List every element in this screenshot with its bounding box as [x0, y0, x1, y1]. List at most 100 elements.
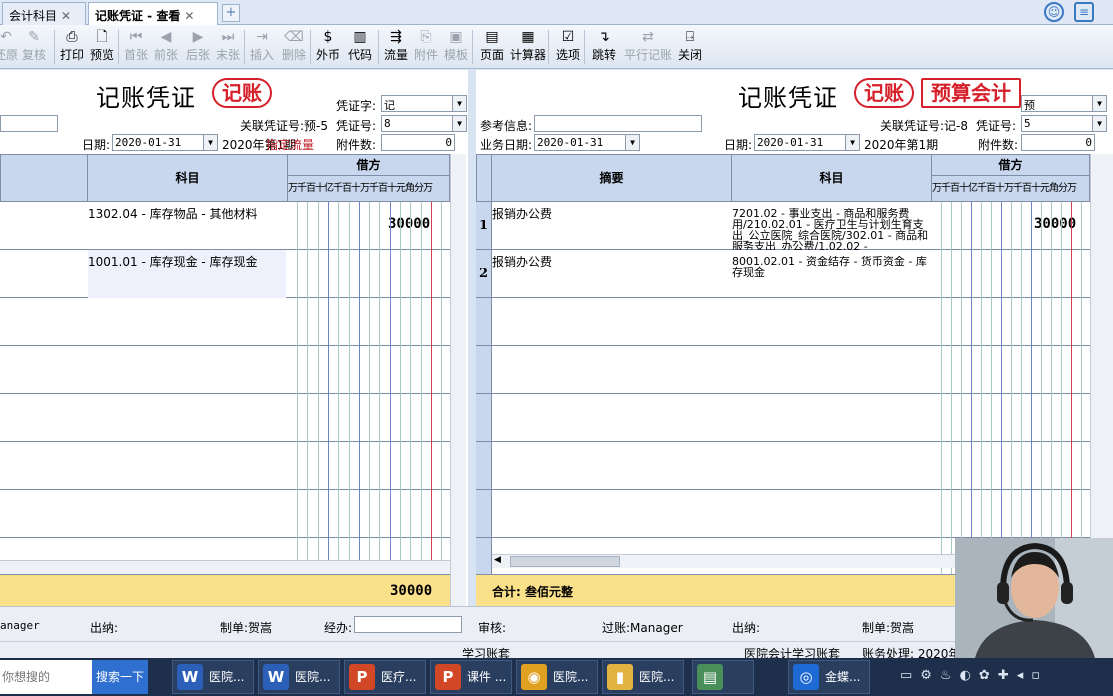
row-no-header	[476, 154, 492, 202]
attachments-input[interactable]: 0	[381, 134, 455, 151]
table-row[interactable]	[476, 346, 1090, 394]
table-row[interactable]	[0, 394, 450, 442]
toolbar-button-parallel[interactable]: ⇄ 平行记账	[624, 28, 672, 63]
taskbar-app[interactable]: ◎ 金蝶...	[788, 660, 870, 694]
toolbar-button-calculator[interactable]: ▦ 计算器	[510, 28, 546, 63]
insert-icon: ⇥	[256, 29, 268, 45]
toolbar-button-page[interactable]: ▤ 页面	[480, 28, 504, 63]
toolbar-button-close-door[interactable]: ⍈ 关闭	[678, 28, 702, 63]
message-icon[interactable]: ≡	[1074, 2, 1094, 22]
table-row[interactable]	[0, 490, 450, 538]
horizontal-scrollbar[interactable]	[0, 560, 450, 574]
voucher-type-select[interactable]: 记 ▼	[381, 95, 467, 112]
taskbar-app[interactable]: W 医院...	[172, 660, 254, 694]
table-row[interactable]: 1001.01 - 库存现金 - 库存现金	[0, 250, 450, 298]
chevron-down-icon[interactable]: ▼	[845, 135, 859, 150]
voucher-title: 记账凭证	[96, 84, 196, 112]
toolbar-button-insert[interactable]: ⇥ 插入	[250, 28, 274, 63]
chevron-down-icon[interactable]: ▼	[203, 135, 217, 150]
tab-voucher-view[interactable]: 记账凭证 - 查看 ✕	[88, 2, 218, 25]
taskbar-app[interactable]: ◉ 医院...	[516, 660, 598, 694]
close-icon[interactable]: ✕	[61, 9, 71, 23]
toolbar-button-first[interactable]: ⏮ 首张	[124, 28, 148, 63]
voucher-no-input[interactable]: 8 ▼	[381, 115, 467, 132]
search-button[interactable]: 搜索一下	[92, 660, 148, 694]
table-row[interactable]	[0, 442, 450, 490]
chevron-down-icon[interactable]: ▼	[452, 96, 466, 111]
reference-input[interactable]	[534, 115, 702, 132]
table-row[interactable]	[0, 298, 450, 346]
subject-cell[interactable]: 7201.02 - 事业支出 - 商品和服务费用/210.02.01 - 医疗卫…	[732, 208, 930, 250]
table-row[interactable]: 2 报销办公费 8001.02.01 - 资金结存 - 货币资金 - 库存现金	[476, 250, 1090, 298]
tab-account-subjects[interactable]: 会计科目 ✕	[2, 2, 86, 25]
horizontal-scrollbar[interactable]: ◀	[492, 554, 958, 568]
subject-cell[interactable]: 1001.01 - 库存现金 - 库存现金	[88, 250, 286, 298]
toolbar-button-template[interactable]: ▣ 模板	[444, 28, 468, 63]
voucher-type-select[interactable]: 预 ▼	[1021, 95, 1107, 112]
date-input[interactable]: 2020-01-31 ▼	[754, 134, 860, 151]
summary-input[interactable]	[0, 115, 58, 132]
handler-input[interactable]	[354, 616, 462, 633]
toolbar-button-print[interactable]: ⎙ 打印	[60, 28, 84, 63]
toolbar-button-delete[interactable]: ⌫ 删除	[282, 28, 306, 63]
vertical-scrollbar[interactable]	[450, 154, 466, 606]
cashflow-hint[interactable]: 指定流量	[266, 136, 314, 153]
taskbar-app[interactable]: ▮ 医院...	[602, 660, 684, 694]
summary-cell[interactable]: 报销办公费	[492, 208, 730, 250]
digit-column-line	[348, 202, 350, 574]
toolbar-button-flow[interactable]: ⇶ 流量	[384, 28, 408, 63]
chevron-down-icon[interactable]: ▼	[1092, 96, 1106, 111]
subject-cell[interactable]: 8001.02.01 - 资金结存 - 货币资金 - 库存现金	[732, 256, 930, 298]
table-row[interactable]: 1 报销办公费 7201.02 - 事业支出 - 商品和服务费用/210.02.01…	[476, 202, 1090, 250]
last-icon: ⏭	[221, 29, 235, 45]
toolbar-button-check[interactable]: ✎ 复核	[22, 28, 46, 63]
toolbar-button-label: 外币	[316, 48, 341, 62]
summary-cell[interactable]: 报销办公费	[492, 256, 730, 298]
search-input[interactable]	[0, 660, 92, 694]
toolbar-button-label: 还原	[0, 48, 19, 62]
digit-column-line	[441, 202, 443, 574]
toolbar-button-jump[interactable]: ↴ 跳转	[592, 28, 616, 63]
table-row[interactable]	[476, 394, 1090, 442]
voucher-no-input[interactable]: 5 ▼	[1021, 115, 1107, 132]
system-tray[interactable]: ▭⚙♨◐✿✚◂▫	[900, 668, 1048, 683]
table-row[interactable]: 1302.04 - 库存物品 - 其他材料 30000	[0, 202, 450, 250]
subject-cell[interactable]: 1302.04 - 库存物品 - 其他材料	[88, 208, 286, 250]
taskbar-app[interactable]: ▤	[692, 660, 754, 694]
toolbar-button-undo[interactable]: ↶ 还原	[0, 28, 18, 63]
toolbar-button-next[interactable]: ▶ 后张	[186, 28, 210, 63]
date-input[interactable]: 2020-01-31 ▼	[112, 134, 218, 151]
voucher-pane-left: 记账凭证 记账 凭证字: 记 ▼ 关联凭证号:预-5 凭证号: 8 ▼ 日期: 20…	[0, 70, 468, 606]
toolbar-separator	[472, 30, 473, 64]
toolbar-button-last[interactable]: ⏭ 末张	[216, 28, 240, 63]
table-row[interactable]	[0, 346, 450, 394]
toolbar-button-currency[interactable]: $ 外币	[316, 28, 340, 63]
taskbar-app[interactable]: P 课件 ...	[430, 660, 512, 694]
scroll-left-icon[interactable]: ◀	[494, 555, 501, 565]
table-row[interactable]	[476, 490, 1090, 538]
table-row[interactable]	[476, 298, 1090, 346]
table-row[interactable]	[476, 442, 1090, 490]
toolbar-button-code[interactable]: ▥ 代码	[348, 28, 372, 63]
attachments-input[interactable]: 0	[1021, 134, 1095, 151]
toolbar-button-options[interactable]: ☑ 选项	[556, 28, 580, 63]
taskbar-app[interactable]: W 医院...	[258, 660, 340, 694]
taskbar-app[interactable]: P 医疗...	[344, 660, 426, 694]
biz-date-input[interactable]: 2020-01-31 ▼	[534, 134, 640, 151]
scroll-thumb[interactable]	[510, 556, 620, 567]
chevron-down-icon[interactable]: ▼	[625, 135, 639, 150]
chevron-down-icon[interactable]: ▼	[452, 116, 466, 131]
digit-column-line	[327, 202, 329, 574]
toolbar-button-preview[interactable]: 🗋 预览	[90, 28, 114, 63]
smiley-icon[interactable]: ☺	[1044, 2, 1064, 22]
digit-column-line	[1001, 202, 1002, 574]
digit-column-line	[358, 202, 360, 574]
posted-stamp: 记账	[212, 78, 272, 108]
chevron-down-icon[interactable]: ▼	[1092, 116, 1106, 131]
toolbar-button-prev[interactable]: ◀ 前张	[154, 28, 178, 63]
app-window: 会计科目 ✕ 记账凭证 - 查看 ✕ + ☺ ≡ ↶ 还原 ✎ 复核 ⎙ 打印 🗋 预览 ⏮ 首张 ◀ 前…	[0, 0, 1113, 696]
voucher-no-label: 凭证号:	[336, 119, 377, 133]
add-tab-icon[interactable]: +	[222, 4, 240, 22]
toolbar-button-attachment[interactable]: ⎘ 附件	[414, 28, 438, 63]
close-icon[interactable]: ✕	[184, 9, 194, 23]
